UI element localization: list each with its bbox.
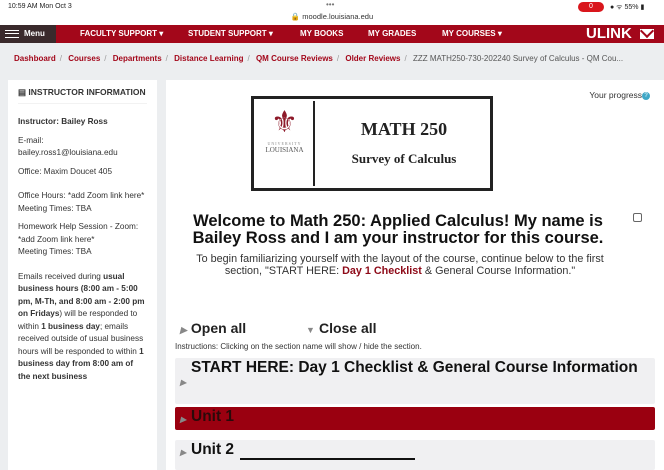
record-indicator: 0 <box>578 2 604 12</box>
university-logo: ⚜ UNIVERSITY LOUISIANA <box>256 101 315 186</box>
block-title: INSTRUCTOR INFORMATION <box>28 87 146 97</box>
breadcrumb-current: ZZZ MATH250-730-202240 Survey of Calculu… <box>412 54 624 63</box>
email-label: E-mail: <box>18 135 44 145</box>
course-banner: ⚜ UNIVERSITY LOUISIANA MATH 250 Survey o… <box>251 96 493 191</box>
nav-student-support[interactable]: STUDENT SUPPORT ▾ <box>188 25 273 43</box>
breadcrumb-courses[interactable]: Courses <box>68 54 100 63</box>
caret-right-icon: ▶ <box>180 378 187 387</box>
underline-divider <box>240 458 416 460</box>
breadcrumb-dashboard[interactable]: Dashboard <box>14 54 56 63</box>
course-content: Your progress? ⚜ UNIVERSITY LOUISIANA MA… <box>166 80 664 470</box>
office-hours: Office Hours: *add Zoom link here* <box>18 191 145 200</box>
nav-my-books[interactable]: MY BOOKS <box>300 25 343 43</box>
hamburger-icon <box>5 29 19 38</box>
email-policy: Emails received during usual business ho… <box>18 271 145 381</box>
status-time: 10:59 AM Mon Oct 3 <box>8 3 72 10</box>
top-navbar: Menu FACULTY SUPPORT ▾ STUDENT SUPPORT ▾… <box>0 25 664 43</box>
banner-subtitle: Survey of Calculus <box>351 151 457 166</box>
caret-right-icon: ▶ <box>180 415 187 424</box>
completion-checkbox[interactable] <box>633 213 642 222</box>
banner-title: MATH 250 <box>360 119 448 139</box>
section-unit-1[interactable]: ▶ Unit 1 <box>175 407 655 430</box>
mail-icon[interactable] <box>640 29 654 39</box>
instructor-email[interactable]: bailey.ross1@louisiana.edu <box>18 148 118 157</box>
homework-help: Homework Help Session - Zoom: *add Zoom … <box>18 222 139 244</box>
instructor-name: Instructor: Bailey Ross <box>18 117 108 126</box>
close-all-button[interactable]: ▼ Close all <box>306 320 405 336</box>
breadcrumb-distance-learning[interactable]: Distance Learning <box>174 54 243 63</box>
breadcrumb-departments[interactable]: Departments <box>113 54 162 63</box>
breadcrumb-older-reviews[interactable]: Older Reviews <box>345 54 400 63</box>
section-start-here[interactable]: ▶ START HERE: Day 1 Checklist & General C… <box>175 358 655 404</box>
day1-checklist-link[interactable]: Day 1 Checklist <box>342 265 422 277</box>
ulink-logo[interactable]: ULINK <box>586 25 632 43</box>
nav-faculty-support[interactable]: FACULTY SUPPORT ▾ <box>80 25 163 43</box>
open-all-button[interactable]: ▶ Open all <box>180 320 274 336</box>
your-progress: Your progress? <box>589 90 650 100</box>
intro-text: To begin familiarizing yourself with the… <box>196 253 604 277</box>
menu-button[interactable]: Menu <box>0 25 56 43</box>
progress-label: Your progress <box>589 90 642 100</box>
breadcrumb: Dashboard / Courses / Departments / Distanc… <box>14 54 624 63</box>
section-title: START HERE: Day 1 Checklist & General Co… <box>191 359 638 376</box>
logo-name: LOUISIANA <box>265 146 304 154</box>
instructor-info-block: ▤ INSTRUCTOR INFORMATION Instructor: Bai… <box>8 80 157 470</box>
section-toggles: ▶ Open all ▼ Close all <box>180 320 433 336</box>
caret-right-icon: ▶ <box>180 325 187 335</box>
meeting-times-2: Meeting Times: TBA <box>18 247 92 256</box>
nav-my-courses[interactable]: MY COURSES ▾ <box>442 25 502 43</box>
fleur-de-lis-icon: ⚜ <box>271 106 298 139</box>
caret-down-icon: ▼ <box>306 325 315 335</box>
more-dots-icon[interactable]: ••• <box>326 0 334 9</box>
section-unit-2[interactable]: ▶ Unit 2 <box>175 440 655 470</box>
menu-label: Menu <box>24 29 45 38</box>
url-text: moodle.louisiana.edu <box>302 12 374 21</box>
breadcrumb-qm-reviews[interactable]: QM Course Reviews <box>256 54 333 63</box>
nav-my-grades[interactable]: MY GRADES <box>368 25 416 43</box>
welcome-heading: Welcome to Math 250: Applied Calculus! M… <box>192 212 604 247</box>
instructions: Instructions: Clicking on the section na… <box>175 342 422 351</box>
status-bar: 10:59 AM Mon Oct 3 ••• 🔒 moodle.louisian… <box>0 0 664 25</box>
meeting-times: Meeting Times: TBA <box>18 203 92 213</box>
help-icon[interactable]: ? <box>642 91 650 100</box>
battery-status: ● ᯤ 55% ▮ <box>610 4 645 11</box>
office: Office: Maxim Doucet 405 <box>18 166 113 176</box>
section-title: Unit 1 <box>191 408 235 425</box>
section-title: Unit 2 <box>191 441 235 458</box>
calendar-icon: ▤ <box>18 87 29 97</box>
url-bar[interactable]: 🔒 moodle.louisiana.edu <box>0 12 664 21</box>
caret-right-icon: ▶ <box>180 448 187 457</box>
battery-percent: 55% <box>624 4 639 11</box>
